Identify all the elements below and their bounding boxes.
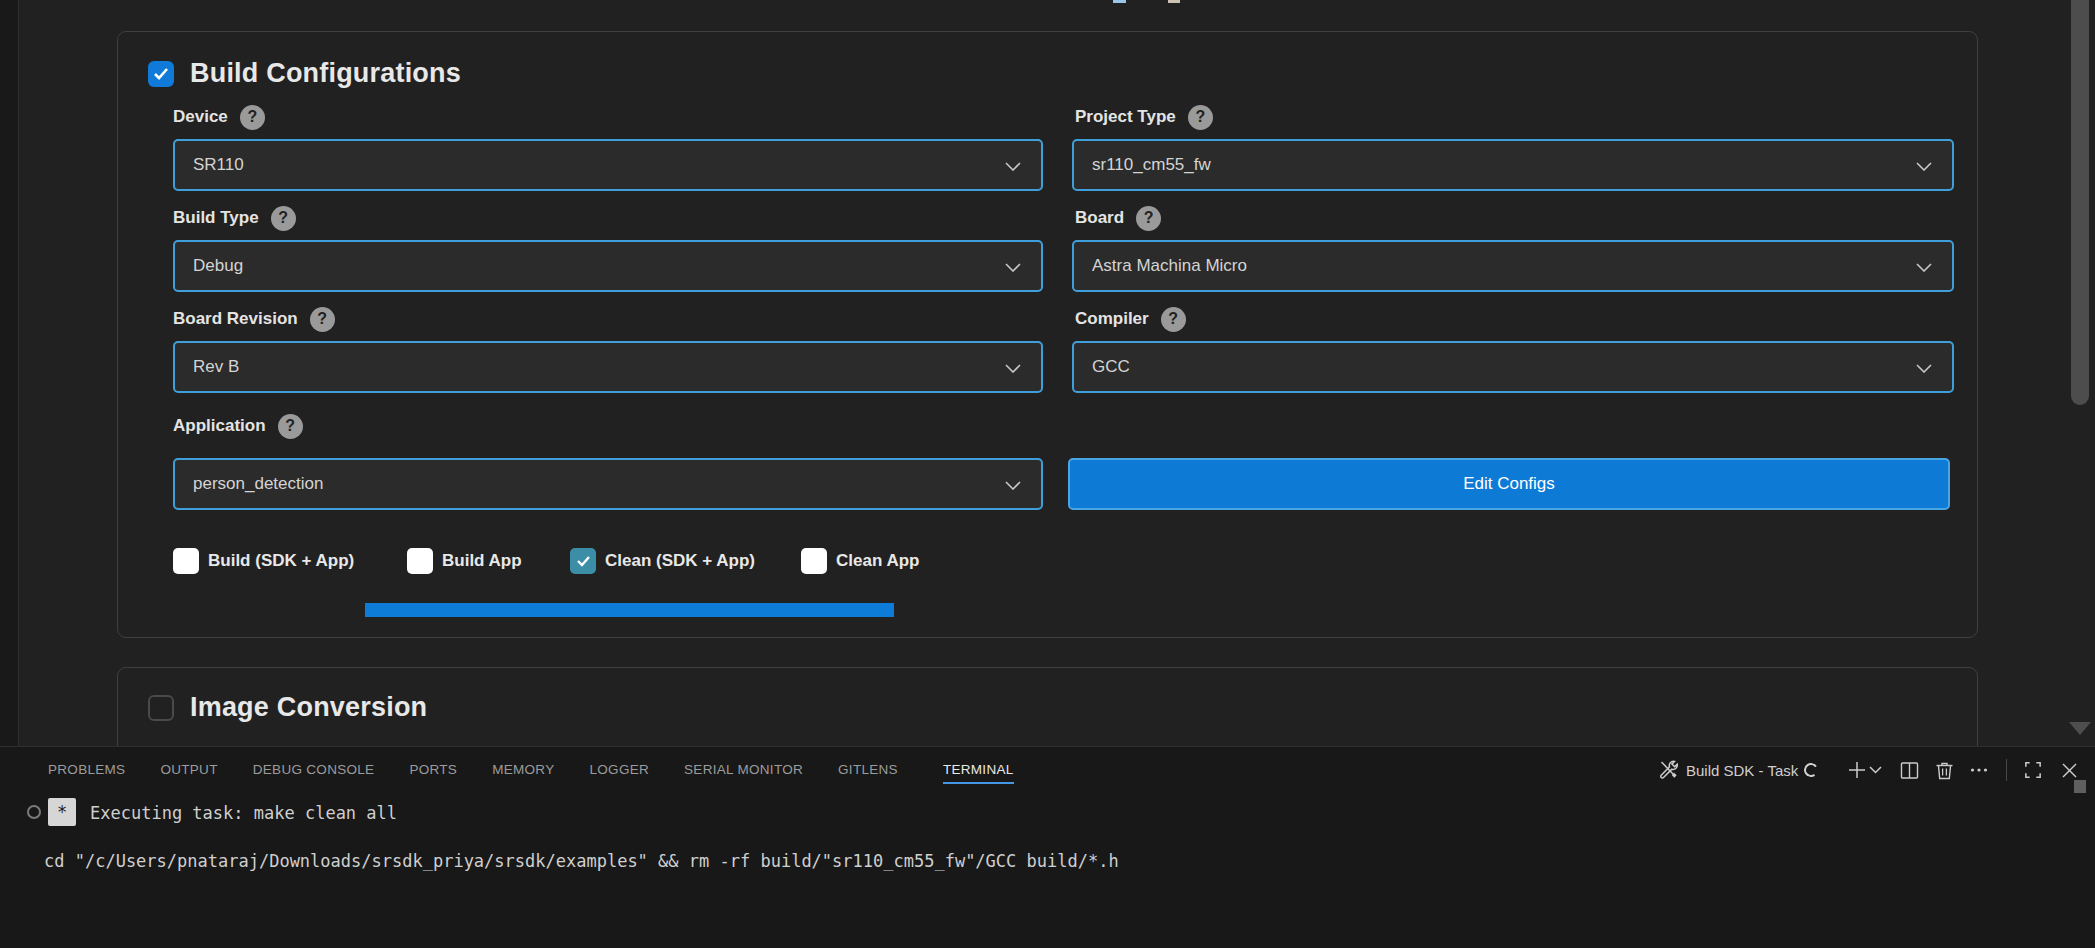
build-app-checkbox[interactable]: Build App — [407, 548, 522, 574]
checkbox-box[interactable] — [173, 548, 199, 574]
board-select[interactable]: Astra Machina Micro — [1072, 240, 1954, 292]
build-type-select[interactable]: Debug — [173, 240, 1043, 292]
tab-memory[interactable]: MEMORY — [492, 757, 554, 784]
more-actions-icon[interactable] — [1968, 758, 1990, 782]
device-help-icon[interactable]: ? — [240, 105, 265, 130]
build-type-label: Build Type ? — [173, 205, 296, 231]
build-type-help-icon[interactable]: ? — [271, 206, 296, 231]
clean-app-checkbox[interactable]: Clean App — [801, 548, 919, 574]
task-badge: * — [48, 798, 76, 826]
terminal-line: Executing task: make clean all — [90, 803, 397, 823]
image-conversion-title: Image Conversion — [190, 692, 427, 723]
board-revision-help-icon[interactable]: ? — [310, 307, 335, 332]
chevron-down-icon — [1916, 364, 1932, 373]
build-sdk-app-checkbox[interactable]: Build (SDK + App) — [173, 548, 354, 574]
kill-terminal-icon[interactable] — [1933, 758, 1955, 782]
spinner-icon — [1803, 762, 1819, 778]
tab-gitlens[interactable]: GITLENS — [838, 757, 898, 784]
close-panel-icon[interactable] — [2058, 758, 2080, 782]
device-label: Device ? — [173, 104, 265, 130]
image-conversion-checkbox[interactable] — [148, 695, 174, 721]
build-configurations-card — [117, 31, 1978, 638]
build-configurations-checkbox[interactable] — [148, 61, 174, 87]
split-terminal-icon[interactable] — [1898, 758, 1920, 782]
tab-ports[interactable]: PORTS — [409, 757, 457, 784]
application-select[interactable]: person_detection — [173, 458, 1043, 510]
tab-debug-console[interactable]: DEBUG CONSOLE — [253, 757, 375, 784]
project-type-select[interactable]: sr110_cm55_fw — [1072, 139, 1954, 191]
tab-logger[interactable]: LOGGER — [589, 757, 649, 784]
panel-toolbar: Build SDK - Task — [1657, 747, 2080, 793]
chevron-down-icon — [1916, 263, 1932, 272]
board-help-icon[interactable]: ? — [1136, 206, 1161, 231]
board-label: Board ? — [1075, 205, 1161, 231]
compiler-help-icon[interactable]: ? — [1161, 307, 1186, 332]
project-type-label: Project Type ? — [1075, 104, 1213, 130]
editor-left-gutter — [0, 0, 19, 746]
chevron-down-icon — [1916, 162, 1932, 171]
chevron-down-icon — [1005, 364, 1021, 373]
panel-tabbar: PROBLEMS OUTPUT DEBUG CONSOLE PORTS MEMO… — [48, 747, 1014, 793]
clipped-tab-fragment — [1168, 0, 1180, 3]
board-revision-label: Board Revision ? — [173, 306, 335, 332]
webview-area: Build Configurations Device ? SR110 Proj… — [0, 0, 2095, 746]
terminal-dropdown-icon[interactable] — [1868, 758, 1882, 782]
tab-problems[interactable]: PROBLEMS — [48, 757, 125, 784]
application-help-icon[interactable]: ? — [278, 414, 303, 439]
terminal-scrollbar-thumb[interactable] — [2074, 780, 2086, 793]
chevron-down-icon — [1005, 263, 1021, 272]
device-select[interactable]: SR110 — [173, 139, 1043, 191]
scrollbar-thumb[interactable] — [2071, 0, 2089, 405]
tab-output[interactable]: OUTPUT — [160, 757, 217, 784]
build-progress-bar — [365, 603, 894, 617]
build-configurations-title: Build Configurations — [190, 58, 461, 89]
tab-serial-monitor[interactable]: SERIAL MONITOR — [684, 757, 803, 784]
task-label[interactable]: Build SDK - Task — [1686, 762, 1798, 779]
compiler-select[interactable]: GCC — [1072, 341, 1954, 393]
clipped-tab-fragment — [1113, 0, 1126, 3]
project-type-help-icon[interactable]: ? — [1188, 105, 1213, 130]
tools-icon — [1657, 758, 1679, 782]
compiler-label: Compiler ? — [1075, 306, 1186, 332]
checkbox-box[interactable] — [407, 548, 433, 574]
bottom-panel: PROBLEMS OUTPUT DEBUG CONSOLE PORTS MEMO… — [0, 746, 2095, 948]
board-revision-select[interactable]: Rev B — [173, 341, 1043, 393]
chevron-down-icon — [1005, 481, 1021, 490]
terminal-line: cd "/c/Users/pnataraj/Downloads/srsdk_pr… — [44, 851, 1119, 871]
new-terminal-icon[interactable] — [1846, 758, 1868, 782]
scroll-down-arrow[interactable] — [2069, 722, 2091, 735]
maximize-panel-icon[interactable] — [2022, 758, 2044, 782]
checkbox-box[interactable] — [570, 548, 596, 574]
toolbar-separator — [2006, 759, 2007, 781]
command-decoration-icon[interactable] — [27, 805, 41, 819]
checkbox-box[interactable] — [801, 548, 827, 574]
edit-configs-button[interactable]: Edit Configs — [1068, 458, 1950, 510]
application-label: Application ? — [173, 413, 303, 439]
chevron-down-icon — [1005, 162, 1021, 171]
tab-terminal[interactable]: TERMINAL — [943, 757, 1014, 784]
clean-sdk-app-checkbox[interactable]: Clean (SDK + App) — [570, 548, 755, 574]
